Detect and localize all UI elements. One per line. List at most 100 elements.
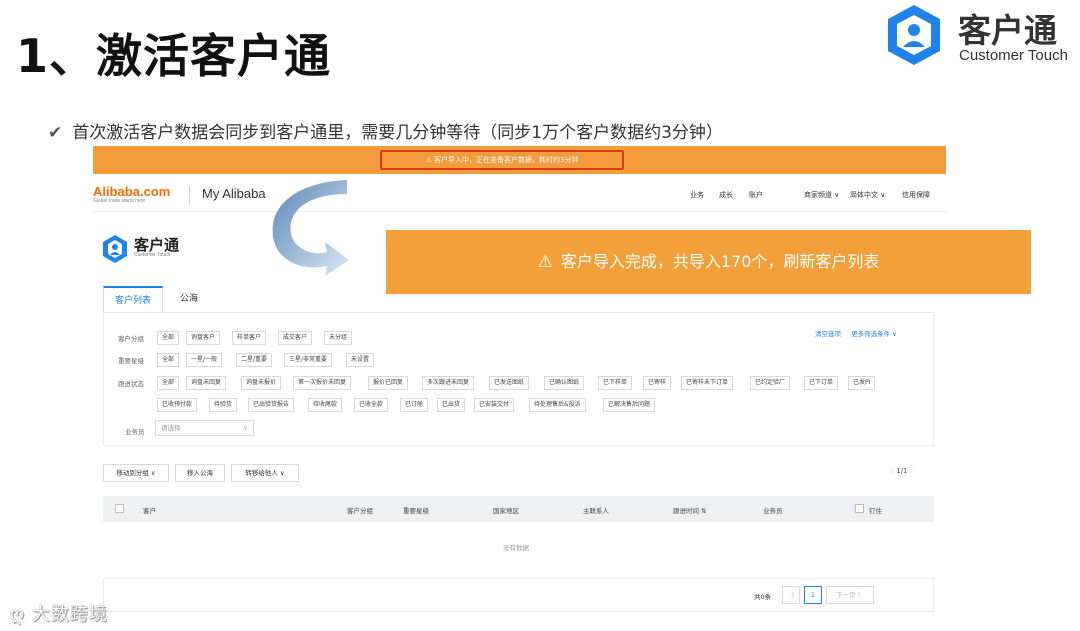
bullet-text: 首次激活客户数据会同步到客户通里，需要几分钟等待（同步1万个客户数据约3分钟） <box>72 123 723 143</box>
alibaba-logo-name: Alibaba.com <box>93 184 171 199</box>
transfer-button[interactable]: 转移给他人 ∨ <box>231 464 299 482</box>
filter-chip[interactable]: 待验货 <box>209 398 238 412</box>
filter-chip[interactable]: 已订舱 <box>400 398 429 412</box>
filter-chip[interactable]: 全部 <box>157 376 180 390</box>
watermark: ღ 大数跨境 <box>10 600 108 626</box>
nav-account[interactable]: 账户 <box>749 190 763 200</box>
empty-state: 没有数据 <box>503 544 529 552</box>
filter-chip[interactable]: 待收尾款 <box>308 398 343 412</box>
column-header: 主联系人 <box>583 507 609 515</box>
filter-chip[interactable]: 一星/一般 <box>186 353 223 367</box>
prev-page-button[interactable]: 〈 <box>782 586 800 604</box>
chevron-left-icon: 〈 <box>787 591 795 599</box>
watermark-text: 大数跨境 <box>31 604 108 625</box>
app-subtitle: Customer Touch <box>134 252 171 258</box>
filter-chip[interactable]: 已收预付款 <box>157 398 198 412</box>
filter-links: 清空选项 更多筛选条件 ∨ <box>815 328 897 338</box>
clear-filters-link[interactable]: 清空选项 <box>815 330 841 338</box>
filter-chip[interactable]: 已解决售后问题 <box>603 398 656 412</box>
filter-chip[interactable]: 多次跟进未回复 <box>422 376 475 390</box>
bullet-point: ✔ 首次激活客户数据会同步到客户通里，需要几分钟等待（同步1万个客户数据约3分钟） <box>48 118 723 143</box>
import-complete-toast[interactable]: ⚠ 客户导入完成，共导入170个，刷新客户列表 <box>386 230 1031 294</box>
filter-label-status: 跟进状态 <box>118 380 144 388</box>
import-notice: ⚠ 客户导入中，正在准备客户数据，耗时约3分钟 <box>380 150 624 170</box>
select-all-checkbox[interactable] <box>115 504 124 513</box>
filter-chip[interactable]: 已发送图纸 <box>489 376 530 390</box>
nav-merchant-channel[interactable]: 商家频道 ∨ <box>804 190 839 200</box>
chevron-right-icon[interactable]: 〉 <box>910 467 917 475</box>
filter-chip[interactable]: 二星/重要 <box>236 353 273 367</box>
nav-trade-assurance[interactable]: 信用保障 <box>902 190 930 200</box>
brand-name: 客户通 <box>958 11 1057 50</box>
column-header: 客户分组 <box>347 507 373 515</box>
toast-text: 客户导入完成，共导入170个，刷新客户列表 <box>560 252 880 271</box>
filter-chip[interactable]: 已寄样未下订单 <box>681 376 734 390</box>
customer-touch-logo-icon <box>888 5 940 65</box>
import-notice-text: 客户导入中，正在准备客户数据，耗时约3分钟 <box>434 156 579 164</box>
filter-chip[interactable]: 三星/非常重要 <box>284 353 333 367</box>
filter-chip[interactable]: 样单客户 <box>232 331 267 345</box>
next-page-button[interactable]: 下一页 〉 <box>826 586 874 604</box>
tab-bar: 客户列表 公海 <box>103 286 207 312</box>
slide-title: 1、激活客户通 <box>16 29 332 83</box>
filter-chip[interactable]: 已寄样 <box>643 376 672 390</box>
pin-checkbox[interactable] <box>855 504 864 513</box>
total-count: 共0条 <box>754 593 772 601</box>
chevron-right-icon: 〉 <box>857 591 865 599</box>
column-header: 国家地区 <box>493 507 519 515</box>
next-page-label: 下一页 <box>835 591 856 599</box>
filter-chip[interactable]: 成交客户 <box>278 331 313 345</box>
pager-top: 〈 1/1 〉 <box>887 466 917 476</box>
filter-chip[interactable]: 已安装交付 <box>474 398 515 412</box>
chevron-left-icon[interactable]: 〈 <box>887 467 894 475</box>
filter-chip[interactable]: 询盘客户 <box>186 331 221 345</box>
filter-label-star: 重要星级 <box>118 357 144 365</box>
column-header: 钉住 <box>869 507 882 515</box>
column-header-sortable[interactable]: 跟进时间 ⇅ <box>673 505 707 515</box>
filter-chip[interactable]: 报价已回复 <box>368 376 409 390</box>
filter-chip[interactable]: 全部 <box>157 331 180 345</box>
tab-divider <box>103 312 934 313</box>
column-header: 客户 <box>143 507 156 515</box>
filter-chip[interactable]: 已收全款 <box>354 398 389 412</box>
tab-customer-list[interactable]: 客户列表 <box>103 286 163 312</box>
staff-select[interactable]: 请选择 ∨ <box>155 420 254 436</box>
filter-chip[interactable]: 已约定验厂 <box>750 376 791 390</box>
check-icon: ✔ <box>48 123 63 143</box>
site-title[interactable]: My Alibaba <box>202 186 266 201</box>
move-to-pool-button[interactable]: 移入公海 <box>175 464 225 482</box>
more-filters-link[interactable]: 更多筛选条件 ∨ <box>851 330 897 338</box>
filter-chip[interactable]: 已确认图纸 <box>544 376 585 390</box>
customer-touch-icon <box>103 235 127 263</box>
filter-chip[interactable]: 已出货 <box>437 398 466 412</box>
page-indicator: 1/1 <box>896 467 908 475</box>
brand-logo: 客户通 Customer Touch <box>882 2 1072 68</box>
filter-chip[interactable]: 待处理售后&投诉 <box>529 398 586 412</box>
filter-chip[interactable]: 未设置 <box>346 353 375 367</box>
filter-chip[interactable]: 第一次报价未回复 <box>293 376 352 390</box>
nav-business[interactable]: 业务 <box>690 190 704 200</box>
import-banner: ⚠ 客户导入中，正在准备客户数据，耗时约3分钟 <box>93 146 946 174</box>
tab-public-pool[interactable]: 公海 <box>163 286 215 312</box>
warning-icon: ⚠ <box>537 252 553 272</box>
filter-chip[interactable]: 已发PI <box>848 376 876 390</box>
filter-chip[interactable]: 询盘未报价 <box>241 376 282 390</box>
filter-chip[interactable]: 已下样单 <box>598 376 633 390</box>
nav-language[interactable]: 简体中文 ∨ <box>850 190 885 200</box>
move-to-group-button[interactable]: 移动到分组 ∨ <box>103 464 169 482</box>
header-divider-line <box>93 211 946 212</box>
watermark-logo-icon: ღ <box>10 604 26 625</box>
embedded-screenshot: ⚠ 客户导入中，正在准备客户数据，耗时约3分钟 Alibaba.com Glob… <box>93 146 946 631</box>
nav-growth[interactable]: 成长 <box>719 190 733 200</box>
filter-chip[interactable]: 已出验货报告 <box>248 398 295 412</box>
filter-chip[interactable]: 未分组 <box>324 331 353 345</box>
filter-chip[interactable]: 询盘未回复 <box>186 376 227 390</box>
alibaba-logo[interactable]: Alibaba.com Global trade starts here. <box>93 184 170 204</box>
brand-subtitle: Customer Touch <box>959 47 1068 64</box>
filter-chip[interactable]: 已下订单 <box>804 376 839 390</box>
column-header: 业务员 <box>763 507 783 515</box>
curved-arrow-icon <box>272 180 349 276</box>
filter-chip[interactable]: 全部 <box>157 353 180 367</box>
page-number-button[interactable]: 1 <box>804 586 822 604</box>
column-header: 重要星级 <box>403 507 429 515</box>
